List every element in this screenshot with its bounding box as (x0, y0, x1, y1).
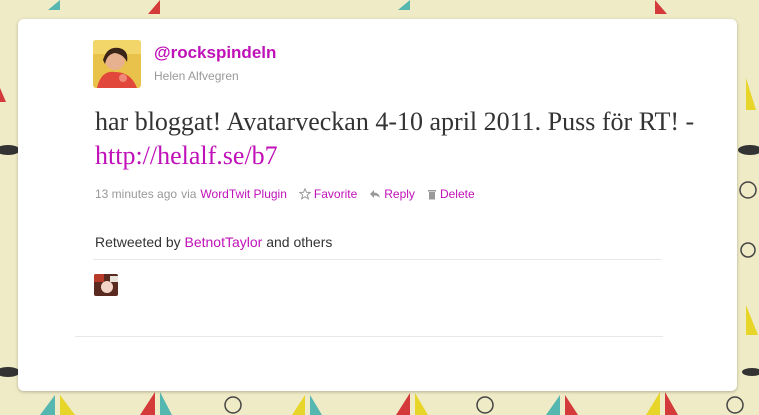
retweeter-avatar[interactable] (94, 274, 118, 296)
real-name: Helen Alfvegren (154, 69, 239, 83)
reply-arrow-icon (370, 190, 381, 198)
delete-button[interactable]: Delete (427, 187, 475, 201)
sailboat-icon (40, 392, 678, 415)
client-link[interactable]: WordTwit Plugin (200, 187, 286, 201)
trash-icon (427, 189, 436, 199)
avatar[interactable] (93, 40, 141, 88)
retweeted-suffix: and others (266, 234, 333, 250)
retweeter-link[interactable]: BetnotTaylor (185, 234, 263, 250)
reply-button[interactable]: Reply (369, 187, 415, 201)
retweeted-prefix: Retweeted by (95, 234, 181, 250)
avatar-image (93, 40, 141, 88)
tweet-meta: 13 minutes ago via WordTwit Plugin Favor… (95, 187, 475, 201)
tweet-link[interactable]: http://helalf.se/b7 (95, 141, 278, 170)
retweeter-avatar-image (94, 274, 118, 296)
star-icon (298, 188, 311, 200)
tweet-text: har bloggat! Avatarveckan 4-10 april 201… (95, 105, 695, 173)
retweeted-by: Retweeted by BetnotTaylor and others (95, 234, 332, 250)
reply-label[interactable]: Reply (384, 187, 415, 201)
timestamp[interactable]: 13 minutes ago (95, 187, 177, 201)
divider (93, 259, 662, 260)
via-label: via (181, 187, 197, 201)
username-link[interactable]: @rockspindeln (154, 43, 276, 63)
favorite-label[interactable]: Favorite (314, 187, 357, 201)
tweet-body: har bloggat! Avatarveckan 4-10 april 201… (95, 107, 695, 136)
sailboat-icon (48, 0, 667, 14)
delete-label[interactable]: Delete (440, 187, 475, 201)
divider (75, 336, 663, 337)
favorite-button[interactable]: Favorite (298, 187, 357, 201)
